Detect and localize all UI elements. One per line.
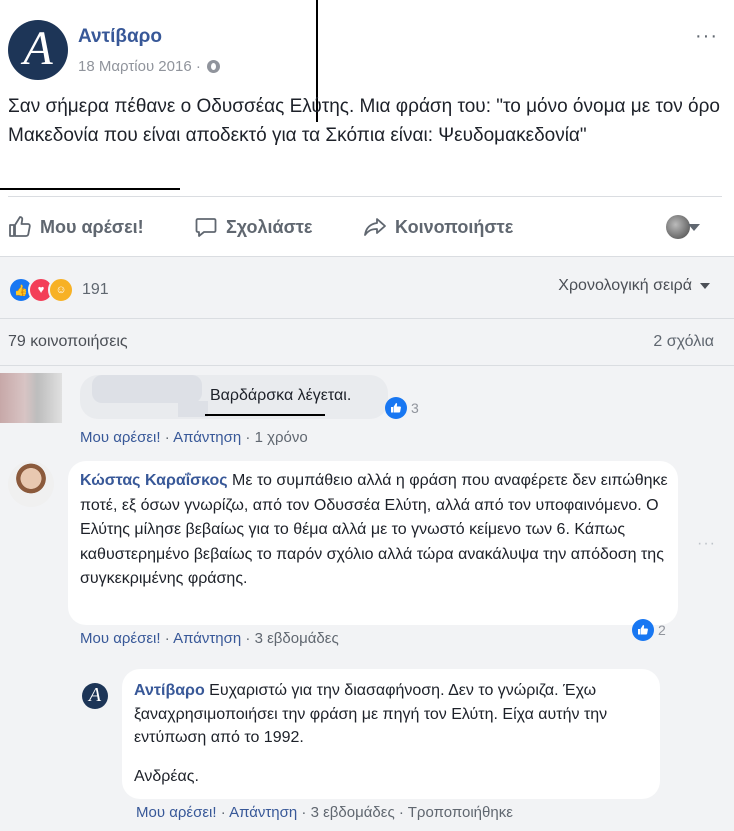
annotation-underline [205, 414, 325, 416]
commenter-avatar[interactable] [8, 461, 54, 507]
haha-reaction-icon: ☺ [48, 277, 74, 303]
commenter-avatar-blurred[interactable] [0, 373, 62, 423]
divider [0, 365, 734, 366]
comment-reply-link[interactable]: Απάντηση [173, 630, 241, 647]
caret-down-icon [700, 283, 710, 289]
blurred-author-name [178, 401, 208, 417]
viewer-avatar[interactable] [666, 215, 690, 239]
comment-time[interactable]: 3 εβδομάδες [255, 630, 339, 647]
sort-label: Χρονολογική σειρά [558, 277, 692, 294]
globe-icon [206, 60, 220, 73]
reply-bubble: Αντίβαρο Ευχαριστώ για την διασαφήνοση. … [122, 669, 660, 799]
thumbs-up-icon [385, 397, 407, 419]
comment-body: Κώστας Καραΐσκος Με το συμπάθειο αλλά η … [80, 469, 670, 592]
reply-reply-link[interactable]: Απάντηση [229, 804, 297, 821]
page-avatar[interactable]: A [8, 20, 68, 80]
reply-like-link[interactable]: Μου αρέσει! [136, 804, 217, 821]
comment-reply-link[interactable]: Απάντηση [173, 429, 241, 446]
comment-like-count: 3 [411, 400, 419, 416]
thumbs-up-icon [9, 216, 31, 237]
reactions-count: 191 [82, 281, 109, 298]
comment-actions: Μου αρέσει! · Απάντηση · 3 εβδομάδες [80, 630, 339, 647]
reply-body: Αντίβαρο Ευχαριστώ για την διασαφήνοση. … [134, 679, 634, 750]
reply-text: Ευχαριστώ για την διασαφήνοση. Δεν το γν… [134, 682, 608, 746]
sort-order-dropdown[interactable]: Χρονολογική σειρά [558, 277, 710, 295]
post-header: A Αντίβαρο 18 Μαρτίου 2016 · [8, 20, 728, 84]
annotation-line-horizontal [0, 188, 180, 190]
more-options-icon[interactable]: ··· [695, 25, 718, 48]
comment-bubble: Βαρδάρσκα λέγεται. [80, 375, 388, 419]
comment-like-link[interactable]: Μου αρέσει! [80, 429, 161, 446]
like-button[interactable]: Μου αρέσει! [8, 215, 144, 239]
share-button[interactable]: Κοινοποιήστε [363, 215, 513, 239]
comment-like-badge[interactable]: 3 [385, 397, 419, 419]
share-arrow-icon [364, 218, 386, 236]
share-label: Κοινοποιήστε [395, 216, 514, 237]
comment-time[interactable]: 1 χρόνο [255, 429, 308, 446]
reply-signature: Ανδρέας. [134, 768, 199, 785]
comments-count-link[interactable]: 2 σχόλια [653, 333, 714, 351]
comment-bubble-icon [195, 218, 217, 237]
more-options-icon[interactable]: ··· [697, 535, 716, 553]
reply-avatar[interactable]: A [82, 683, 108, 709]
like-label: Μου αρέσει! [40, 216, 144, 237]
edited-label[interactable]: Τροποποιήθηκε [408, 804, 513, 821]
comment-author-link[interactable]: Κώστας Καραΐσκος [80, 472, 228, 489]
comments-section: 👍 ♥ ☺ 191 Χρονολογική σειρά 79 κοινοποιή… [0, 256, 734, 831]
comment-like-badge[interactable]: 2 [632, 619, 666, 641]
comment-actions: Μου αρέσει! · Απάντηση · 1 χρόνο [80, 429, 308, 446]
post-actions-bar: Μου αρέσει! Σχολιάστε Κοινοποιήστε [0, 197, 734, 255]
post-date[interactable]: 18 Μαρτίου 2016 · [78, 58, 201, 75]
divider [0, 318, 734, 319]
post-text: Σαν σήμερα πέθανε ο Οδυσσέας Ελύτης. Μια… [8, 96, 720, 146]
reactions-summary[interactable]: 👍 ♥ ☺ 191 [8, 277, 109, 303]
comment-label: Σχολιάστε [226, 216, 313, 237]
comment-text: Με το συμπάθειο αλλά η φράση που αναφέρε… [80, 472, 668, 587]
page-name-link[interactable]: Αντίβαρο [78, 26, 162, 48]
thumbs-up-icon [632, 619, 654, 641]
reply-actions: Μου αρέσει! · Απάντηση · 3 εβδομάδες · Τ… [136, 804, 513, 821]
comment-text: Βαρδάρσκα λέγεται. [210, 387, 352, 404]
post-meta: 18 Μαρτίου 2016 · [78, 58, 220, 75]
reply-author-link[interactable]: Αντίβαρο [134, 682, 205, 699]
comment-button[interactable]: Σχολιάστε [194, 215, 312, 239]
reply-time[interactable]: 3 εβδομάδες [311, 804, 395, 821]
comment-bubble: Κώστας Καραΐσκος Με το συμπάθειο αλλά η … [68, 461, 678, 625]
facebook-post-card: A Αντίβαρο 18 Μαρτίου 2016 · ··· Σαν σήμ… [0, 0, 734, 831]
comment-like-link[interactable]: Μου αρέσει! [80, 630, 161, 647]
chevron-down-icon[interactable] [688, 224, 700, 231]
blurred-author-name [92, 375, 202, 403]
shares-count-link[interactable]: 79 κοινοποιήσεις [8, 333, 128, 351]
comment-like-count: 2 [658, 622, 666, 638]
